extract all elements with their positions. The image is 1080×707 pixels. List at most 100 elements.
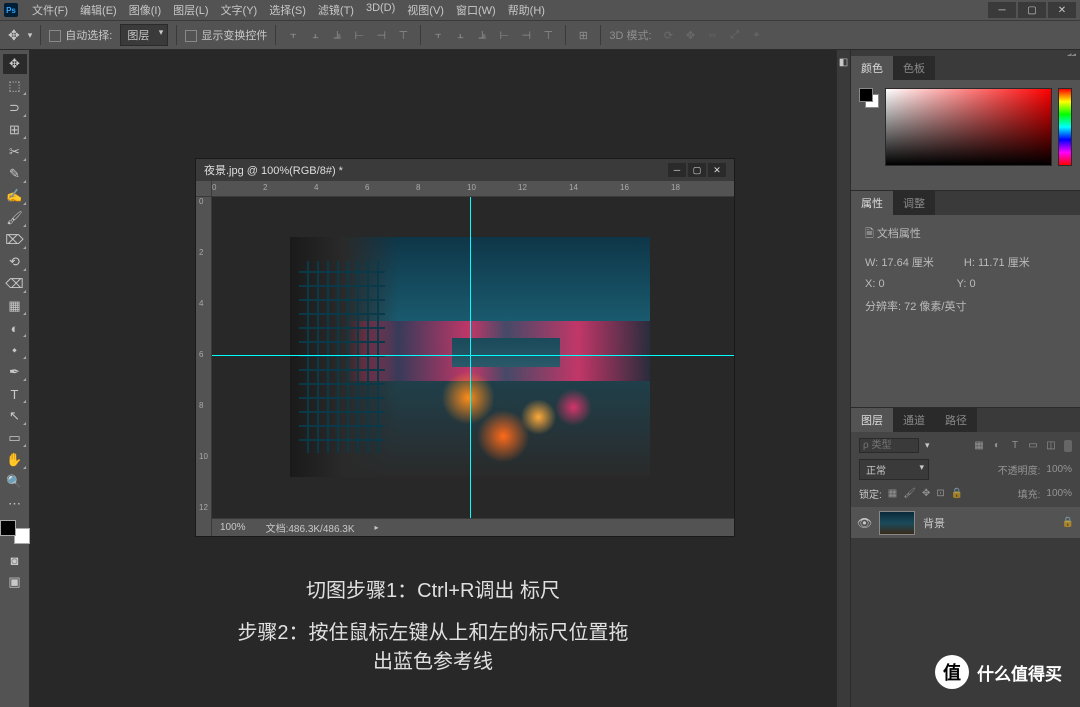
horizontal-ruler[interactable]: 024681012141618 <box>212 181 734 197</box>
status-arrow-icon[interactable]: ▸ <box>375 523 379 532</box>
swatches-tab[interactable]: 色板 <box>893 56 935 80</box>
dropdown-arrow-icon[interactable]: ▾ <box>28 30 33 41</box>
canvas[interactable] <box>212 197 734 518</box>
marquee-tool[interactable]: ⬚ <box>3 76 27 96</box>
minimize-button[interactable]: ─ <box>988 2 1016 18</box>
eraser-tool[interactable]: ⌫ <box>3 274 27 294</box>
menu-文件[interactable]: 文件(F) <box>26 2 74 18</box>
vertical-ruler[interactable]: 024681012 <box>196 197 212 536</box>
rectangle-tool[interactable]: ▭ <box>3 428 27 448</box>
align-top-icon[interactable]: ⫟ <box>284 26 302 44</box>
menu-文字[interactable]: 文字(Y) <box>215 2 264 18</box>
filter-shape-icon[interactable]: ▭ <box>1026 439 1040 453</box>
opacity-value[interactable]: 100% <box>1046 464 1072 475</box>
dist-right-icon[interactable]: ⊤ <box>539 26 557 44</box>
document-titlebar[interactable]: 夜景.jpg @ 100%(RGB/8#) * ─ ▢ ✕ <box>196 159 734 181</box>
menu-3D[interactable]: 3D(D) <box>360 2 401 18</box>
doc-maximize-button[interactable]: ▢ <box>688 163 706 177</box>
channels-tab[interactable]: 通道 <box>893 408 935 432</box>
align-right-icon[interactable]: ⊤ <box>394 26 412 44</box>
lock-artboard-icon[interactable]: ⊡ <box>936 488 944 499</box>
properties-tab[interactable]: 属性 <box>851 191 893 215</box>
menu-帮助[interactable]: 帮助(H) <box>502 2 551 18</box>
collapse-icon[interactable]: ◧ <box>837 50 850 74</box>
filter-dropdown-icon[interactable]: ▾ <box>925 440 930 451</box>
layer-name[interactable]: 背景 <box>923 515 945 531</box>
eyedropper-tool[interactable]: ✎ <box>3 164 27 184</box>
history-brush-tool[interactable]: ⟲ <box>3 252 27 272</box>
align-left-icon[interactable]: ⊢ <box>350 26 368 44</box>
zoom-tool[interactable]: 🔍 <box>3 472 27 492</box>
crop-tool[interactable]: ✂ <box>3 142 27 162</box>
dist-top-icon[interactable]: ⫟ <box>429 26 447 44</box>
menu-滤镜[interactable]: 滤镜(T) <box>312 2 360 18</box>
screen-mode-icon[interactable]: ▣ <box>3 572 27 592</box>
dist-bottom-icon[interactable]: ⫡ <box>473 26 491 44</box>
menu-选择[interactable]: 选择(S) <box>263 2 312 18</box>
horizontal-guide[interactable] <box>212 355 734 356</box>
color-tab[interactable]: 颜色 <box>851 56 893 80</box>
zoom-level[interactable]: 100% <box>220 522 246 533</box>
layer-dropdown[interactable]: 图层 <box>120 24 168 46</box>
quick-select-tool[interactable]: ⊞ <box>3 120 27 140</box>
gradient-tool[interactable]: ▦ <box>3 296 27 316</box>
pen-tool[interactable]: ✒ <box>3 362 27 382</box>
maximize-button[interactable]: ▢ <box>1018 2 1046 18</box>
fg-bg-color-swatch[interactable] <box>0 520 30 544</box>
paths-tab[interactable]: 路径 <box>935 408 977 432</box>
close-button[interactable]: ✕ <box>1048 2 1076 18</box>
menu-编辑[interactable]: 编辑(E) <box>74 2 123 18</box>
file-info[interactable]: 文档:486.3K/486.3K <box>266 520 355 535</box>
hand-tool[interactable]: ✋ <box>3 450 27 470</box>
canvas-area[interactable]: 夜景.jpg @ 100%(RGB/8#) * ─ ▢ ✕ 0246810121… <box>30 50 836 707</box>
lock-pixels-icon[interactable]: 🖌 <box>903 488 916 499</box>
dodge-tool[interactable]: ⬩ <box>3 340 27 360</box>
brush-tool[interactable]: 🖌 <box>3 208 27 228</box>
menu-窗口[interactable]: 窗口(W) <box>450 2 502 18</box>
collapsed-panel-strip[interactable]: ◧ <box>836 50 850 707</box>
lock-all-icon[interactable]: 🔒 <box>951 488 963 499</box>
doc-close-button[interactable]: ✕ <box>708 163 726 177</box>
dist-vcenter-icon[interactable]: ⫠ <box>451 26 469 44</box>
dist-left-icon[interactable]: ⊢ <box>495 26 513 44</box>
layers-tab[interactable]: 图层 <box>851 408 893 432</box>
auto-select-checkbox[interactable]: 自动选择: <box>49 27 112 43</box>
fill-value[interactable]: 100% <box>1046 488 1072 499</box>
color-field[interactable] <box>885 88 1052 166</box>
menu-图层[interactable]: 图层(L) <box>167 2 214 18</box>
layer-filter-input[interactable] <box>859 438 919 453</box>
hue-slider[interactable] <box>1058 88 1072 166</box>
dist-hcenter-icon[interactable]: ⊣ <box>517 26 535 44</box>
lock-transparency-icon[interactable]: ▦ <box>888 488 897 499</box>
filter-type-icon[interactable]: T <box>1008 439 1022 453</box>
visibility-icon[interactable]: 👁 <box>857 516 871 530</box>
menu-视图[interactable]: 视图(V) <box>401 2 450 18</box>
type-tool[interactable]: T <box>3 384 27 404</box>
path-select-tool[interactable]: ↖ <box>3 406 27 426</box>
healing-tool[interactable]: ✍ <box>3 186 27 206</box>
filter-pixel-icon[interactable]: ▦ <box>972 439 986 453</box>
fg-bg-swatch[interactable] <box>859 88 879 108</box>
doc-minimize-button[interactable]: ─ <box>668 163 686 177</box>
align-vcenter-icon[interactable]: ⫠ <box>306 26 324 44</box>
layer-thumbnail[interactable] <box>879 511 915 535</box>
align-hcenter-icon[interactable]: ⊣ <box>372 26 390 44</box>
quick-mask-icon[interactable]: ◙ <box>3 550 27 570</box>
blend-mode-dropdown[interactable]: 正常 <box>859 459 929 480</box>
stamp-tool[interactable]: ⌦ <box>3 230 27 250</box>
edit-toolbar[interactable]: ⋯ <box>3 494 27 514</box>
move-tool[interactable]: ✥ <box>3 54 27 74</box>
show-transform-checkbox[interactable]: 显示变换控件 <box>185 27 267 43</box>
lock-position-icon[interactable]: ✥ <box>922 488 930 499</box>
lock-icon[interactable]: 🔒 <box>1062 517 1074 528</box>
lasso-tool[interactable]: ⊃ <box>3 98 27 118</box>
auto-align-icon[interactable]: ⊞ <box>574 26 592 44</box>
adjustments-tab[interactable]: 调整 <box>893 191 935 215</box>
filter-adjust-icon[interactable]: ◐ <box>990 439 1004 453</box>
ruler-corner[interactable] <box>196 181 212 197</box>
align-bottom-icon[interactable]: ⫡ <box>328 26 346 44</box>
menu-图像[interactable]: 图像(I) <box>123 2 167 18</box>
filter-toggle[interactable] <box>1064 440 1072 452</box>
layer-item-background[interactable]: 👁 背景 🔒 <box>851 507 1080 539</box>
blur-tool[interactable]: ◐ <box>3 318 27 338</box>
